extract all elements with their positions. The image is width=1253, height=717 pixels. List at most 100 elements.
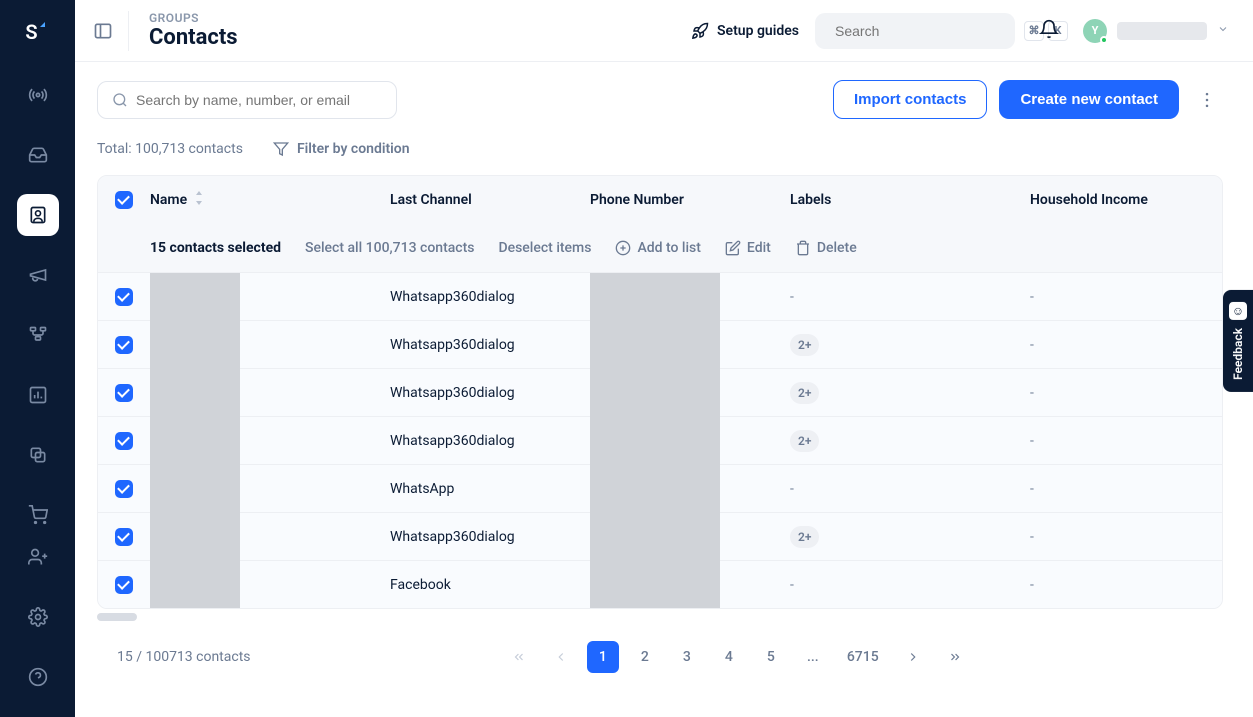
plus-circle-icon xyxy=(615,240,631,256)
table-row[interactable]: WhatsApp-- xyxy=(98,464,1222,512)
column-last-channel-label: Last Channel xyxy=(390,192,472,208)
table-row[interactable]: Facebook-- xyxy=(98,560,1222,608)
cell-labels: 2+ xyxy=(790,433,1030,449)
page-5[interactable]: 5 xyxy=(755,641,787,673)
page-first[interactable] xyxy=(503,641,535,673)
row-checkbox[interactable] xyxy=(115,384,133,402)
name-redacted xyxy=(150,417,240,465)
page-2[interactable]: 2 xyxy=(629,641,661,673)
horizontal-scroll-thumb[interactable] xyxy=(97,613,137,621)
user-plus-icon xyxy=(28,547,48,567)
nav-contacts[interactable] xyxy=(17,194,59,236)
setup-guides-link[interactable]: Setup guides xyxy=(691,22,799,40)
cell-last-channel: Whatsapp360dialog xyxy=(390,289,590,305)
select-all-action[interactable]: Select all 100,713 contacts xyxy=(305,240,474,256)
row-checkbox[interactable] xyxy=(115,432,133,450)
help-icon xyxy=(28,667,48,687)
nav-templates[interactable] xyxy=(17,434,59,476)
row-checkbox[interactable] xyxy=(115,480,133,498)
top-header: GROUPS Contacts Setup guides ⌘ K Y xyxy=(75,0,1253,62)
import-contacts-button[interactable]: Import contacts xyxy=(833,80,988,119)
column-last-channel[interactable]: Last Channel xyxy=(390,192,590,208)
column-phone-label: Phone Number xyxy=(590,192,684,208)
page-last-number[interactable]: 6715 xyxy=(839,641,887,673)
table-row[interactable]: Whatsapp360dialog2+- xyxy=(98,512,1222,560)
contacts-search[interactable] xyxy=(97,81,397,119)
sort-icon xyxy=(193,191,205,209)
column-income[interactable]: Household Income xyxy=(1030,192,1222,208)
global-search-input[interactable] xyxy=(835,23,1016,39)
add-to-list-action[interactable]: Add to list xyxy=(615,240,700,256)
panel-toggle-button[interactable] xyxy=(89,11,129,51)
selection-bar: 15 contacts selected Select all 100,713 … xyxy=(98,224,1222,272)
row-checkbox[interactable] xyxy=(115,336,133,354)
phone-redacted xyxy=(590,369,720,417)
table-row[interactable]: Whatsapp360dialog2+- xyxy=(98,368,1222,416)
pagination: 15 / 100713 contacts 1 2 3 4 5 ... 6715 xyxy=(97,621,1223,693)
page-last[interactable] xyxy=(939,641,971,673)
nav-commerce[interactable] xyxy=(17,494,59,536)
profile-menu[interactable]: Y xyxy=(1083,19,1229,43)
deselect-action[interactable]: Deselect items xyxy=(498,240,591,256)
nav-settings[interactable] xyxy=(17,596,59,638)
select-all-checkbox[interactable] xyxy=(115,191,133,209)
label-badge[interactable]: 2+ xyxy=(790,382,819,404)
notifications-button[interactable] xyxy=(1031,19,1067,43)
avatar-initial: Y xyxy=(1092,24,1099,37)
row-checkbox[interactable] xyxy=(115,528,133,546)
name-redacted xyxy=(150,465,240,513)
page-1[interactable]: 1 xyxy=(587,641,619,673)
create-contact-button[interactable]: Create new contact xyxy=(999,80,1179,119)
label-badge[interactable]: 2+ xyxy=(790,526,819,548)
page-prev[interactable] xyxy=(545,641,577,673)
filter-icon xyxy=(273,141,289,157)
name-redacted xyxy=(150,513,240,561)
nav-reports[interactable] xyxy=(17,374,59,416)
nav-broadcast[interactable] xyxy=(17,74,59,116)
cell-income: - xyxy=(1030,481,1222,497)
total-count: Total: 100,713 contacts xyxy=(97,141,243,157)
nav-invite[interactable] xyxy=(17,536,59,578)
nav-flows[interactable] xyxy=(17,314,59,356)
filter-button[interactable]: Filter by condition xyxy=(273,141,410,157)
column-name[interactable]: Name xyxy=(150,191,390,209)
label-badge[interactable]: 2+ xyxy=(790,430,819,452)
page-next[interactable] xyxy=(897,641,929,673)
edit-action[interactable]: Edit xyxy=(725,240,771,256)
nav-campaigns[interactable] xyxy=(17,254,59,296)
bell-icon xyxy=(1039,19,1059,39)
chevron-left-icon xyxy=(554,650,568,664)
column-labels[interactable]: Labels xyxy=(790,192,1030,208)
page-ellipsis: ... xyxy=(797,641,829,673)
sidebar-icon xyxy=(93,21,113,41)
selection-count: 15 contacts selected xyxy=(150,240,281,256)
app-logo[interactable]: S xyxy=(25,20,49,44)
feedback-tab[interactable]: Feedback ☺ xyxy=(1223,290,1253,392)
table-row[interactable]: Whatsapp360dialog2+- xyxy=(98,320,1222,368)
label-badge[interactable]: 2+ xyxy=(790,334,819,356)
page-4[interactable]: 4 xyxy=(713,641,745,673)
delete-label: Delete xyxy=(817,240,857,256)
row-checkbox[interactable] xyxy=(115,576,133,594)
search-icon xyxy=(112,92,128,108)
global-search[interactable]: ⌘ K xyxy=(815,13,1015,49)
nav-help[interactable] xyxy=(17,656,59,698)
column-phone[interactable]: Phone Number xyxy=(590,192,790,208)
more-actions-button[interactable] xyxy=(1191,90,1223,110)
table-row[interactable]: Whatsapp360dialog-- xyxy=(98,272,1222,320)
contacts-icon xyxy=(28,205,48,225)
contacts-search-input[interactable] xyxy=(136,92,382,108)
chevrons-left-icon xyxy=(512,650,526,664)
table-row[interactable]: Whatsapp360dialog2+- xyxy=(98,416,1222,464)
delete-action[interactable]: Delete xyxy=(795,240,857,256)
cell-last-channel: Whatsapp360dialog xyxy=(390,337,590,353)
name-redacted xyxy=(150,273,240,321)
nav-inbox[interactable] xyxy=(17,134,59,176)
cell-last-channel: Whatsapp360dialog xyxy=(390,385,590,401)
avatar: Y xyxy=(1083,19,1107,43)
cell-labels: - xyxy=(790,289,1030,305)
broadcast-icon xyxy=(28,85,48,105)
name-redacted xyxy=(150,561,240,609)
page-3[interactable]: 3 xyxy=(671,641,703,673)
row-checkbox[interactable] xyxy=(115,288,133,306)
